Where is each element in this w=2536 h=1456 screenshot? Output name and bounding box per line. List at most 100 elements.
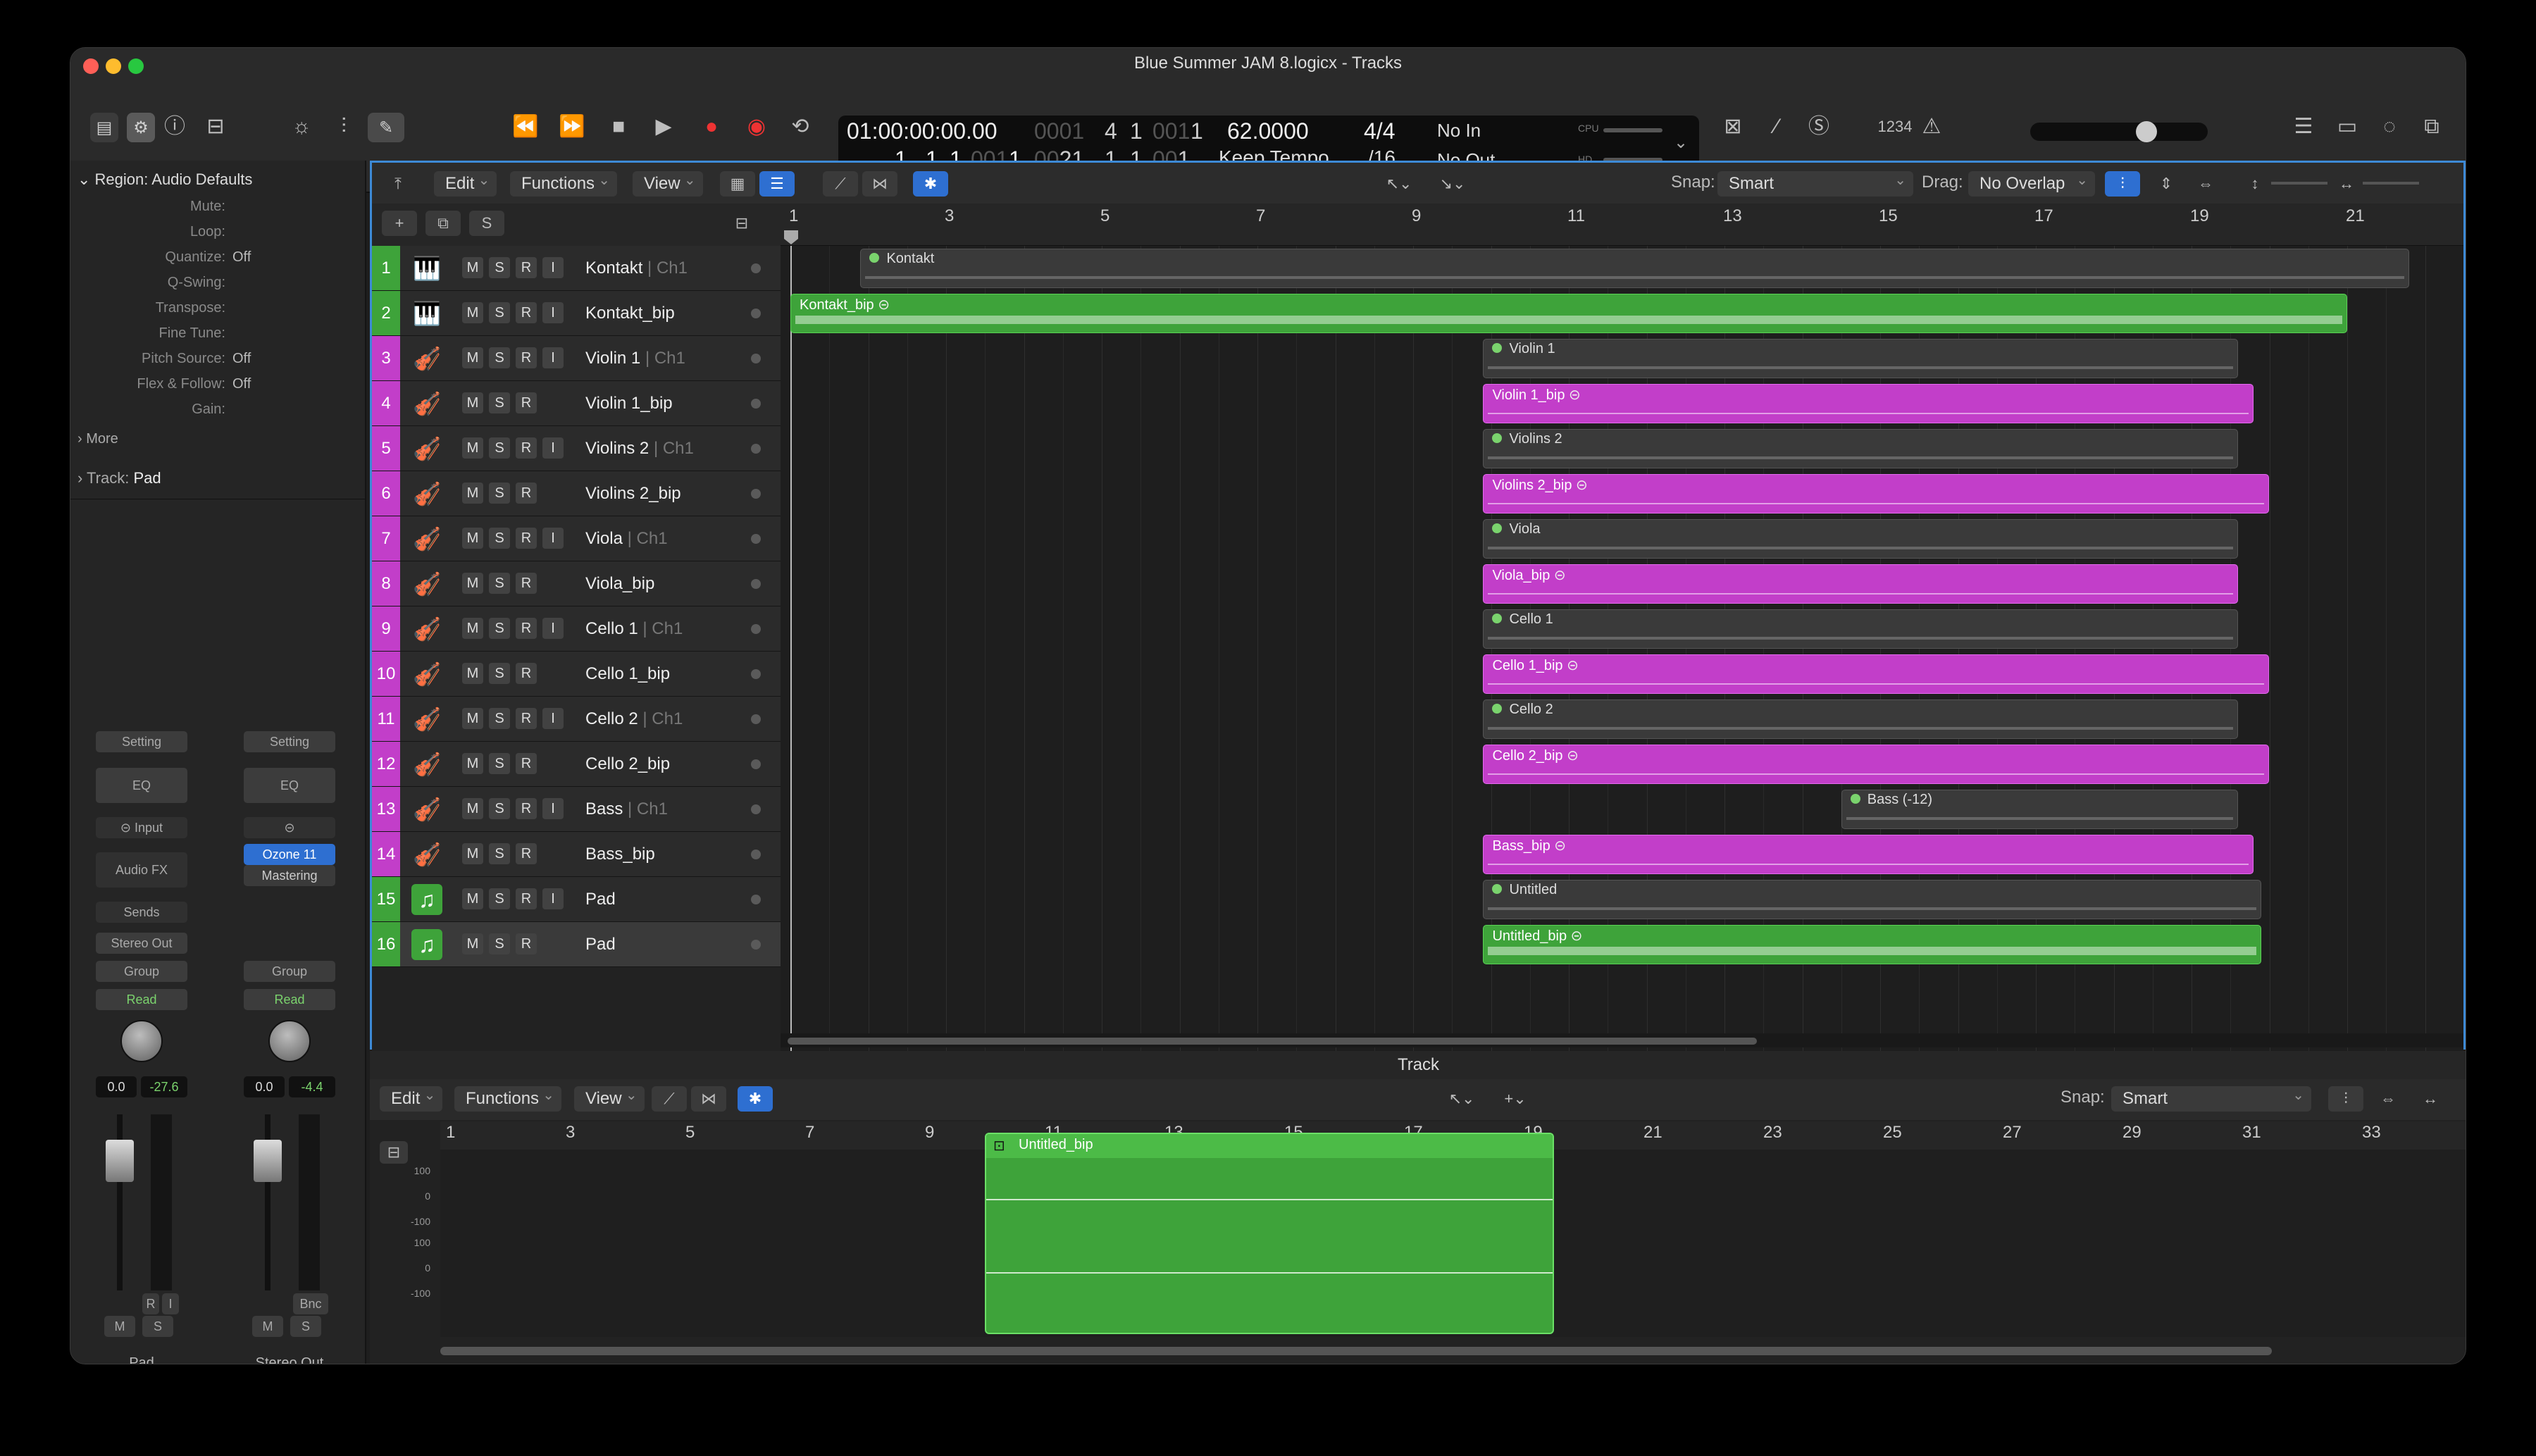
region-rg[interactable]: Kontakt [860, 249, 2410, 288]
track-row[interactable]: 7 🎻 M S R I Viola | Ch1 [372, 516, 781, 561]
param-value[interactable]: Off [232, 351, 251, 367]
region-rp[interactable]: Violins 2_bip ⊝ [1483, 474, 2270, 514]
region-play-icon[interactable]: ⊡ [993, 1137, 1005, 1155]
solo-button[interactable]: S [489, 843, 510, 864]
param-value[interactable]: Off [232, 376, 251, 392]
output-slot[interactable]: Stereo Out [96, 933, 187, 954]
track-row[interactable]: 15 ♫ M S R I Pad [372, 877, 781, 922]
automation-mode[interactable]: Read [244, 989, 335, 1010]
editor-catch-icon[interactable]: ✱ [738, 1086, 773, 1112]
track-options-icon[interactable]: ⊟ [724, 211, 759, 236]
editor-waveform-zoom-icon[interactable]: ⫶ [2328, 1086, 2363, 1112]
editors-icon[interactable]: ✎ [368, 113, 404, 142]
volume-fader[interactable] [254, 1140, 282, 1182]
volume-readout[interactable]: 0.0 [244, 1076, 285, 1097]
track-row[interactable]: 9 🎻 M S R I Cello 1 | Ch1 [372, 606, 781, 652]
volume-knob[interactable] [2136, 121, 2157, 142]
record-enable-button[interactable]: R [516, 888, 537, 909]
record-enable-button[interactable]: R [516, 798, 537, 819]
editor-region[interactable]: ⊡ Untitled_bip [985, 1133, 1554, 1334]
tuner-icon[interactable]: ⁄ [1761, 113, 1792, 141]
bounce-button[interactable]: Bnc [293, 1293, 328, 1314]
region-rp[interactable]: Violin 1_bip ⊝ [1483, 384, 2254, 423]
list-view-icon[interactable]: ☰ [759, 171, 795, 197]
playhead-icon[interactable] [784, 230, 798, 244]
inspector-icon[interactable]: ⚙ [127, 113, 155, 142]
lcd-chevron-down-icon[interactable]: ⌄ [1674, 132, 1688, 153]
record-enable-button[interactable]: R [516, 483, 537, 504]
view-menu[interactable]: View [633, 168, 703, 197]
solo-button[interactable]: S [489, 528, 510, 549]
record-icon[interactable]: ● [696, 113, 727, 141]
mute-button[interactable]: M [462, 663, 483, 684]
vertical-zoom-slider[interactable] [2271, 182, 2327, 185]
loops-icon[interactable]: ◌ [2374, 113, 2405, 141]
volume-readout[interactable]: 0.0 [96, 1076, 137, 1097]
track-row[interactable]: 11 🎻 M S R I Cello 2 | Ch1 [372, 697, 781, 742]
mute-button[interactable]: M [462, 573, 483, 594]
region-inspector-header[interactable]: ⌄ Region: Audio Defaults [77, 170, 252, 189]
track-row[interactable]: 1 🎹 M S R I Kontakt | Ch1 [372, 246, 781, 291]
record-enable-button[interactable]: R [516, 528, 537, 549]
metronome-icon[interactable]: ⚠ [1916, 113, 1947, 141]
lcd-in[interactable]: No In [1437, 120, 1481, 142]
mute-button[interactable]: M [462, 753, 483, 774]
horizontal-scrollbar[interactable] [781, 1033, 2463, 1047]
input-monitor-button[interactable]: I [542, 528, 564, 549]
input-monitor-button[interactable]: I [542, 618, 564, 639]
record-enable-button[interactable]: R [516, 933, 537, 954]
record-enable-button[interactable]: R [516, 573, 537, 594]
plugin-slot-mastering[interactable]: Mastering [244, 865, 335, 886]
editor-marquee-tool-icon[interactable]: +⌄ [1491, 1086, 1539, 1112]
solo-button[interactable]: S [489, 573, 510, 594]
volume-fader[interactable] [106, 1140, 134, 1182]
mute-button[interactable]: M [462, 483, 483, 504]
mute-button[interactable]: M [462, 257, 483, 278]
stop-icon[interactable]: ■ [603, 113, 634, 141]
mute-button[interactable]: M [104, 1316, 135, 1337]
browsers-icon[interactable]: ⧉ [2416, 113, 2447, 141]
region-rp[interactable]: Viola_bip ⊝ [1483, 564, 2239, 604]
solo-button[interactable]: S [489, 483, 510, 504]
audio-fx-slot[interactable]: Audio FX [96, 852, 187, 888]
library-icon[interactable]: ▤ [90, 113, 118, 142]
automation-mode[interactable]: Read [96, 989, 187, 1010]
setting-button[interactable]: Setting [244, 731, 335, 752]
mute-button[interactable]: M [462, 933, 483, 954]
edit-menu[interactable]: Edit [434, 168, 497, 197]
param-value[interactable]: Off [232, 249, 251, 266]
solo-button[interactable]: S [142, 1316, 173, 1337]
editor-view-menu[interactable]: View [574, 1083, 645, 1112]
editor-zoom-icon[interactable]: ↔ [2413, 1086, 2448, 1112]
cycle-icon[interactable]: ⟲ [785, 113, 816, 141]
mute-button[interactable]: M [462, 392, 483, 413]
editor-lane[interactable]: ⊡ Untitled_bip [440, 1133, 2466, 1337]
group-slot[interactable]: Group [244, 961, 335, 982]
region-rp[interactable]: Bass_bip ⊝ [1483, 835, 2254, 874]
region-rg[interactable]: Violins 2 [1483, 429, 2239, 468]
track-row[interactable]: 6 🎻 M S R Violins 2_bip [372, 471, 781, 516]
solo-button[interactable]: S [489, 618, 510, 639]
back-icon[interactable]: ⤒ [380, 171, 416, 197]
solo-button[interactable]: S [489, 753, 510, 774]
drag-menu[interactable]: No Overlap [1968, 168, 2095, 197]
capture-record-icon[interactable]: ◉ [741, 113, 772, 141]
waveform-zoom-icon[interactable]: ⫶ [2105, 171, 2140, 197]
solo-button[interactable]: S [489, 257, 510, 278]
mute-button[interactable]: M [462, 888, 483, 909]
eq-button[interactable]: EQ [96, 768, 187, 803]
solo-button[interactable]: S [489, 888, 510, 909]
editor-scrollbar[interactable] [440, 1347, 2272, 1355]
solo-button[interactable]: S [489, 437, 510, 459]
record-enable-button[interactable]: R [516, 843, 537, 864]
solo-button[interactable]: S [489, 392, 510, 413]
track-row[interactable]: 8 🎻 M S R Viola_bip [372, 561, 781, 606]
catch-icon[interactable]: ✱ [913, 171, 948, 197]
lcd-tempo[interactable]: 62.0000 [1227, 118, 1309, 144]
solo-button[interactable]: S [489, 302, 510, 323]
record-enable-button[interactable]: R [142, 1293, 159, 1314]
snap-menu[interactable]: Smart [1717, 168, 1913, 197]
record-enable-button[interactable]: R [516, 663, 537, 684]
sends-slot[interactable]: Sends [96, 902, 187, 923]
record-enable-button[interactable]: R [516, 302, 537, 323]
